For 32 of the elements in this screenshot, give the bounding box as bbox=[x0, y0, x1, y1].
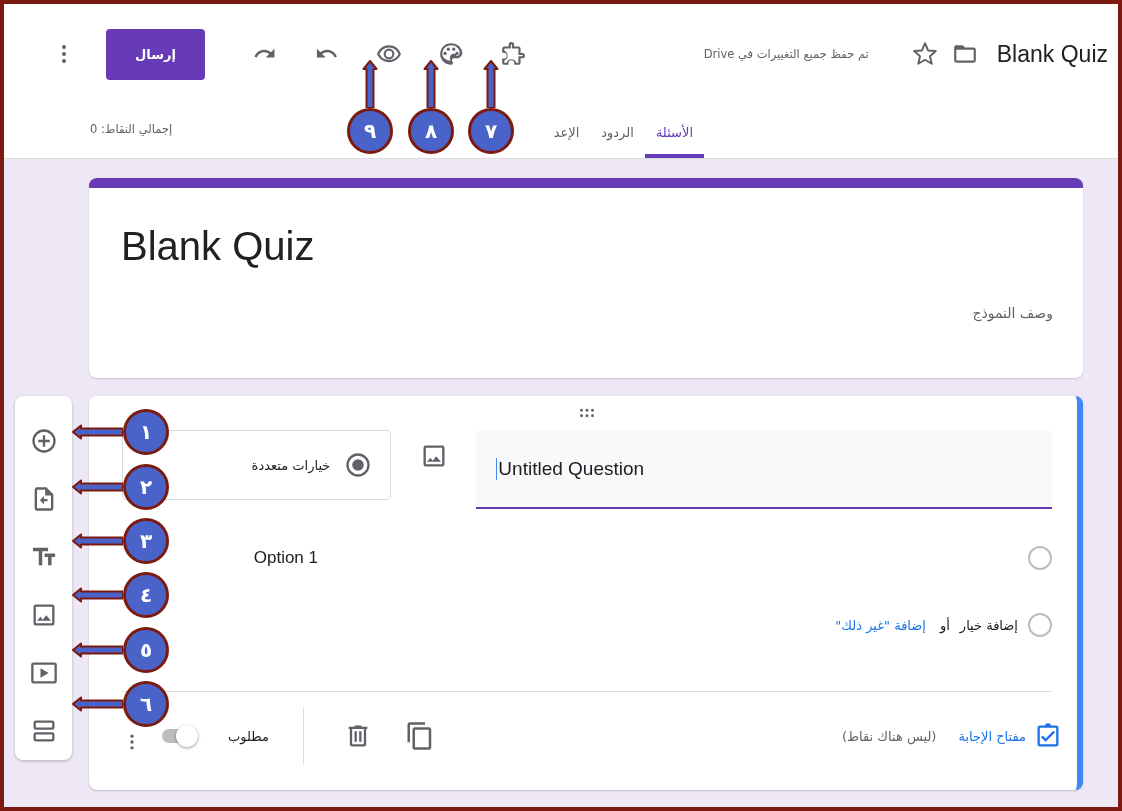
radio-button[interactable] bbox=[1028, 546, 1052, 570]
callout-arrow bbox=[72, 479, 123, 495]
tab[interactable]: الردود bbox=[590, 125, 645, 158]
send-button[interactable]: إرسال bbox=[106, 28, 205, 80]
puzzle-icon[interactable] bbox=[500, 41, 526, 67]
callout-arrow bbox=[483, 60, 499, 108]
radio-button-icon bbox=[344, 451, 373, 479]
callout-arrow bbox=[72, 587, 123, 603]
callout-arrow bbox=[72, 533, 123, 549]
option-field[interactable]: Option 1 bbox=[253, 548, 318, 568]
question-title-field[interactable]: Untitled Question bbox=[476, 430, 1052, 509]
points-label: (ليس هناك نقاط) bbox=[841, 728, 937, 744]
answer-key-button[interactable]: مفتاح الإجابة bbox=[958, 722, 1062, 750]
tab[interactable]: الإعد bbox=[542, 125, 591, 158]
radio-button[interactable] bbox=[1028, 613, 1052, 637]
callout-arrow bbox=[72, 424, 123, 440]
save-status: تم حفظ جميع التغييرات في Drive bbox=[703, 47, 869, 61]
form-title: Blank Quiz bbox=[996, 40, 1108, 68]
or-label: أو bbox=[939, 617, 950, 633]
required-label: مطلوب bbox=[228, 728, 269, 744]
callout-arrow bbox=[72, 696, 123, 712]
form-title-field[interactable]: Blank Quiz bbox=[121, 224, 315, 269]
palette-icon[interactable] bbox=[438, 41, 464, 67]
form-description-field[interactable]: وصف النموذج bbox=[972, 305, 1053, 321]
star-icon[interactable] bbox=[911, 41, 938, 67]
callout-arrow bbox=[362, 60, 378, 108]
total-points: إجمالي النقاط: 0 bbox=[90, 122, 173, 138]
add-option-link[interactable]: إضافة خيار bbox=[959, 617, 1018, 633]
callout-arrow bbox=[72, 642, 123, 658]
add-other-link[interactable]: إضافة "غير ذلك" bbox=[835, 617, 926, 633]
tab[interactable]: الأسئلة bbox=[644, 125, 704, 158]
callout-arrow bbox=[423, 60, 439, 108]
